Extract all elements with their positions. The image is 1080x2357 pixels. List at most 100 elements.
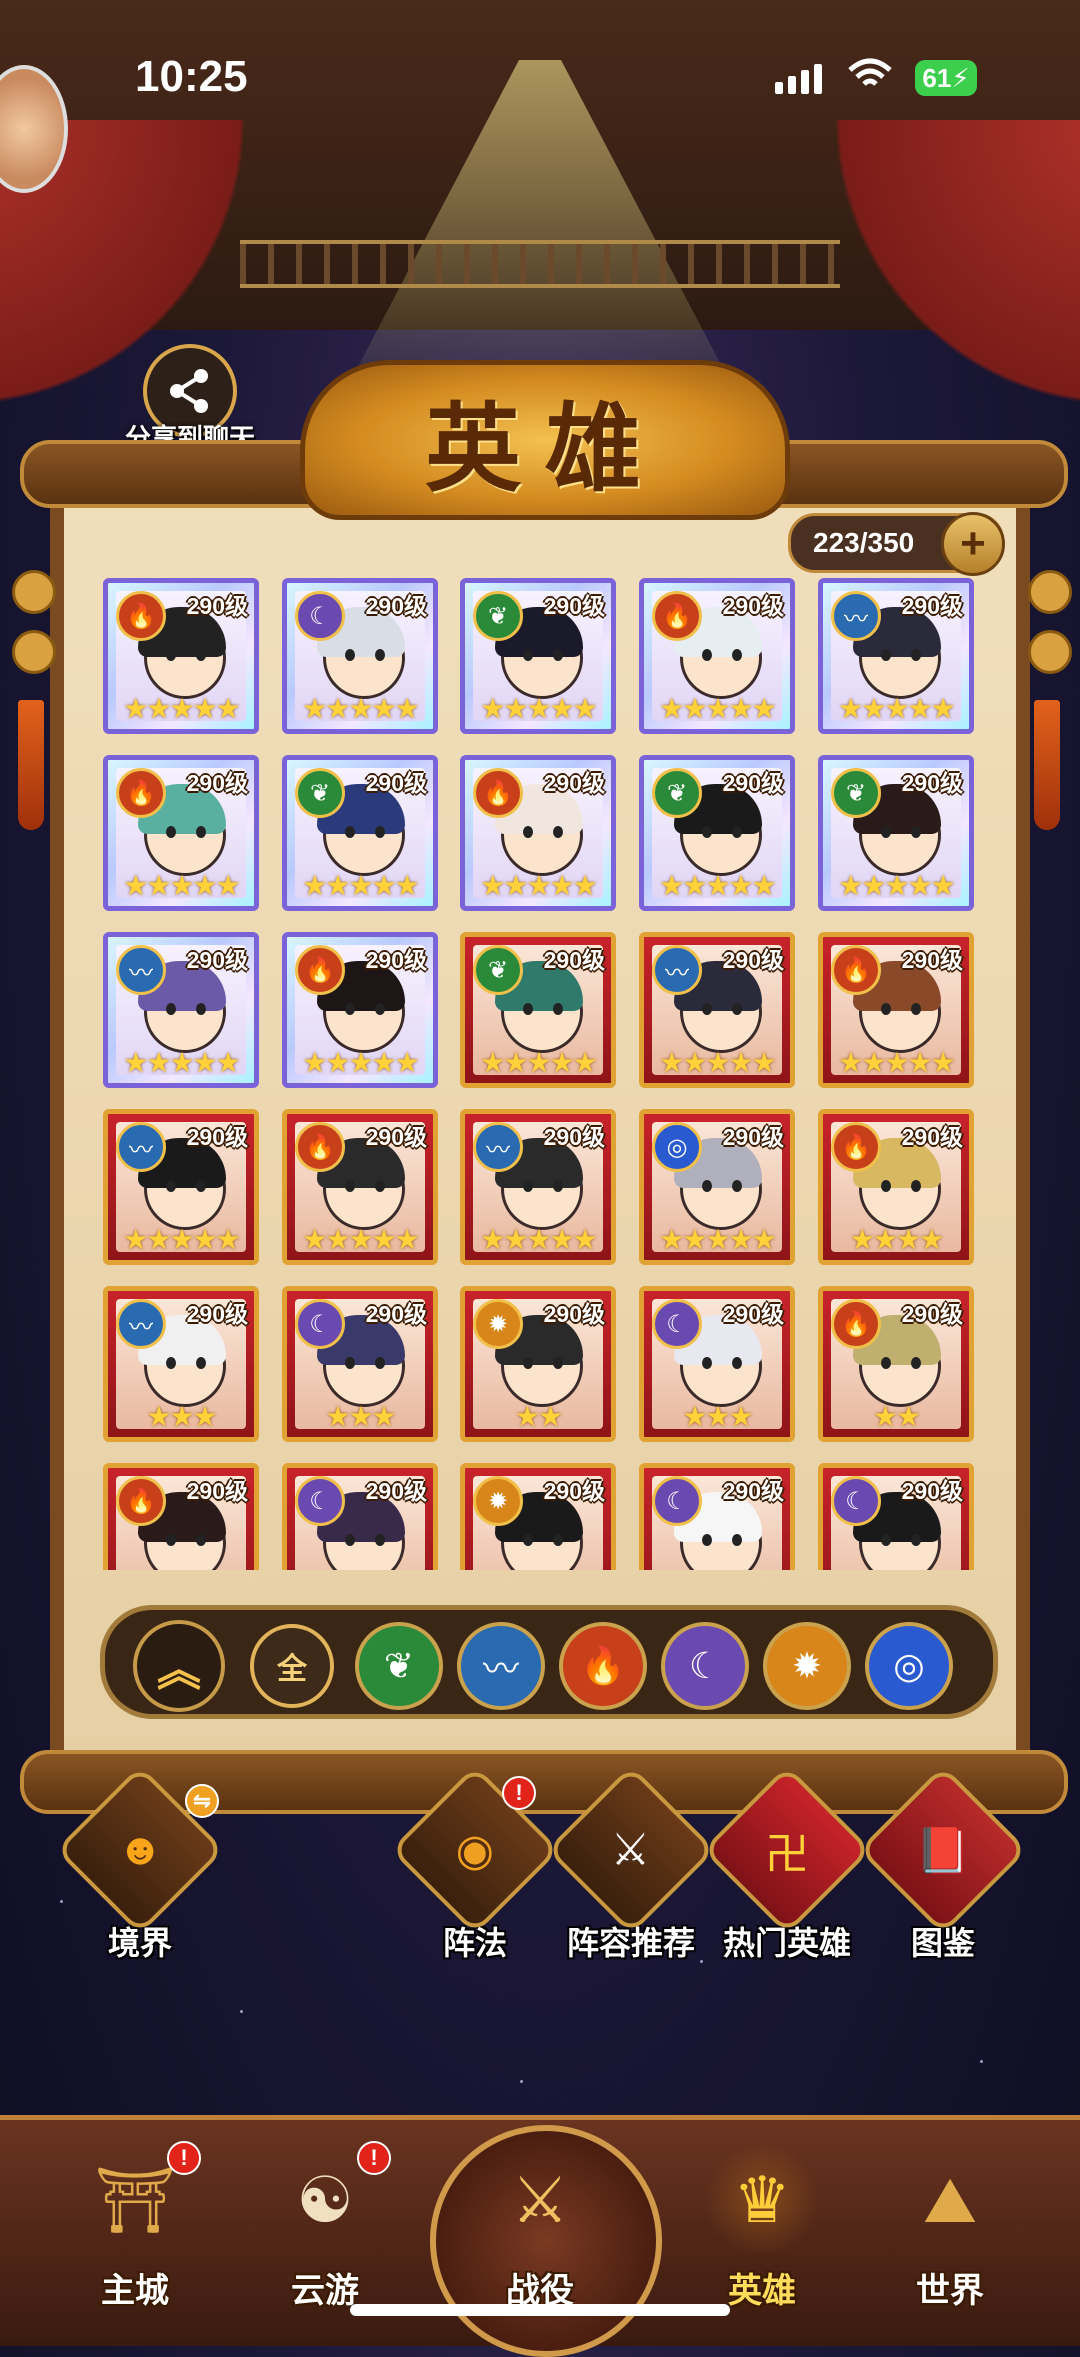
hero-card[interactable]: 🔥 290级 ★★★★★ xyxy=(282,1109,438,1265)
alert-badge-icon: ! xyxy=(357,2141,391,2175)
hero-card[interactable]: 🔥 290级 ★★★★★ xyxy=(460,755,616,911)
hero-card[interactable]: ☾ 290级 ★★★ xyxy=(282,1286,438,1442)
hero-eye xyxy=(702,649,712,661)
moon-element-icon: ☾ xyxy=(652,1299,702,1349)
hero-level: 290级 xyxy=(543,947,605,973)
hero-card[interactable]: 🔥 290级 ★★★★★ xyxy=(818,932,974,1088)
share-icon xyxy=(170,369,208,413)
nav-heroes[interactable]: ♛ 英雄 xyxy=(682,2145,842,2312)
hero-card[interactable]: ☾ 290级 xyxy=(282,1463,438,1570)
hero-stars: ★★★★★ xyxy=(302,693,420,724)
fire-element-icon: 🔥 xyxy=(295,945,345,995)
nav-campaign[interactable]: ⚔ 战役 xyxy=(460,2145,620,2312)
moon-element-icon: ☾ xyxy=(652,1476,702,1526)
moon-element-icon: ☾ xyxy=(295,1299,345,1349)
nav-main-city[interactable]: ⛩ 主城 ! xyxy=(55,2141,215,2312)
filter-wood-button[interactable]: ❦ xyxy=(355,1622,443,1710)
hero-eye xyxy=(523,1180,533,1192)
filter-fire-button[interactable]: 🔥 xyxy=(559,1622,647,1710)
hero-card[interactable]: ☾ 290级 xyxy=(818,1463,974,1570)
hero-eye xyxy=(345,1534,355,1546)
hero-card[interactable]: 🔥 290级 ★★★★★ xyxy=(282,932,438,1088)
hero-level: 290级 xyxy=(722,770,784,796)
hero-card[interactable]: ❦ 290级 ★★★★★ xyxy=(282,755,438,911)
hero-level: 290级 xyxy=(365,947,427,973)
fire-element-icon: 🔥 xyxy=(116,1476,166,1526)
filter-moon-button[interactable]: ☾ xyxy=(661,1622,749,1710)
hero-card[interactable]: ✹ 290级 xyxy=(460,1463,616,1570)
hero-stars: ★★★★★ xyxy=(838,693,956,724)
mountain-icon: ⛰ xyxy=(923,2163,977,2236)
hero-stars: ★★★★ xyxy=(849,1224,944,1255)
hero-card[interactable]: ☾ 290级 ★★★★★ xyxy=(282,578,438,734)
fire-element-icon: 🔥 xyxy=(831,1122,881,1172)
hero-card[interactable]: ☾ 290级 ★★★ xyxy=(639,1286,795,1442)
nav-travel[interactable]: ☯ 云游 ! xyxy=(245,2141,405,2312)
hero-eye xyxy=(732,1003,742,1015)
filter-sun-button[interactable]: ✹ xyxy=(763,1622,851,1710)
coin-ornament-right xyxy=(1028,630,1072,674)
realm-button[interactable]: ☻ 境界 ⇋ xyxy=(55,1765,225,1964)
nav-world[interactable]: ⛰ 世界 xyxy=(870,2145,1030,2312)
hero-eye xyxy=(523,1534,533,1546)
hero-card[interactable]: ❦ 290级 ★★★★★ xyxy=(460,578,616,734)
sort-button[interactable]: ︽ xyxy=(133,1620,225,1712)
hero-card[interactable]: 🔥 290级 ★★★★ xyxy=(818,1109,974,1265)
hero-eye xyxy=(553,826,563,838)
hero-level: 290级 xyxy=(186,947,248,973)
filter-water-button[interactable]: 〰 xyxy=(457,1622,545,1710)
hero-eye xyxy=(881,826,891,838)
hero-stars: ★★★★★ xyxy=(838,870,956,901)
hero-level: 290级 xyxy=(722,1301,784,1327)
hero-card[interactable]: ✹ 290级 ★★ xyxy=(460,1286,616,1442)
helmet-icon: ♛ xyxy=(702,2145,822,2255)
popular-heroes-button[interactable]: 卍 热门英雄 xyxy=(702,1765,872,1964)
moon-element-icon: ☾ xyxy=(295,591,345,641)
hero-card[interactable]: ☾ 290级 xyxy=(639,1463,795,1570)
hero-stars: ★★★★★ xyxy=(123,1047,241,1078)
hero-card[interactable]: 🔥 290级 ★★★★★ xyxy=(103,578,259,734)
hero-eye xyxy=(881,649,891,661)
hero-card[interactable]: 🔥 290级 xyxy=(103,1463,259,1570)
hero-card[interactable]: 🔥 290级 ★★★★★ xyxy=(639,578,795,734)
hero-card[interactable]: 〰 290级 ★★★★★ xyxy=(818,578,974,734)
hero-level: 290级 xyxy=(186,1478,248,1504)
hero-card[interactable]: 🔥 290级 ★★★★★ xyxy=(103,755,259,911)
face-icon: ☻ xyxy=(116,1825,164,1874)
hero-card[interactable]: 〰 290级 ★★★★★ xyxy=(639,932,795,1088)
warriors-icon: ⚔ xyxy=(611,1825,651,1875)
hero-card[interactable]: 〰 290级 ★★★★★ xyxy=(460,1109,616,1265)
hero-level: 290级 xyxy=(722,1124,784,1150)
expand-capacity-button[interactable]: + xyxy=(941,512,1005,576)
hero-card[interactable]: ❦ 290级 ★★★★★ xyxy=(460,932,616,1088)
hero-eye xyxy=(345,1180,355,1192)
hero-card[interactable]: 〰 290级 ★★★★★ xyxy=(103,932,259,1088)
hero-stars: ★★★★★ xyxy=(302,870,420,901)
hero-card[interactable]: 〰 290级 ★★★★★ xyxy=(103,1109,259,1265)
status-bar: 10:25 61 ⚡ xyxy=(0,0,1080,130)
battery-level: 61 xyxy=(922,62,952,93)
hero-grid: 🔥 290级 ★★★★★ ☾ 290级 ★★★★★ ❦ 290级 ★★★★★ 🔥 290级 ★★★★★… xyxy=(103,578,977,1570)
coin-ornament-left xyxy=(12,630,56,674)
hero-card[interactable]: ◎ 290级 ★★★★★ xyxy=(639,1109,795,1265)
wifi-icon xyxy=(848,58,892,86)
lineup-recommend-button[interactable]: ⚔ 阵容推荐 xyxy=(546,1765,716,1964)
hero-count-box: 223/350 + xyxy=(788,512,1005,576)
codex-button[interactable]: 📕 图鉴 xyxy=(858,1765,1028,1964)
hero-card[interactable]: 〰 290级 ★★★ xyxy=(103,1286,259,1442)
hero-card[interactable]: 🔥 290级 ★★ xyxy=(818,1286,974,1442)
filter-all-button[interactable]: 全 xyxy=(250,1624,334,1708)
hero-card[interactable]: ❦ 290级 ★★★★★ xyxy=(818,755,974,911)
hero-eye xyxy=(702,1534,712,1546)
formation-button[interactable]: ◉ 阵法 ! xyxy=(390,1765,560,1964)
hero-card[interactable]: ❦ 290级 ★★★★★ xyxy=(639,755,795,911)
status-time: 10:25 xyxy=(135,52,248,101)
water-element-icon: 〰 xyxy=(116,1299,166,1349)
hero-stars: ★★★★★ xyxy=(480,870,598,901)
filter-vortex-button[interactable]: ◎ xyxy=(865,1622,953,1710)
fire-element-icon: 🔥 xyxy=(295,1122,345,1172)
hero-stars: ★★★★★ xyxy=(659,1047,777,1078)
hero-stars: ★★★★★ xyxy=(480,1047,598,1078)
curtain-right xyxy=(790,120,1080,450)
hero-stars: ★★★ xyxy=(682,1401,753,1432)
